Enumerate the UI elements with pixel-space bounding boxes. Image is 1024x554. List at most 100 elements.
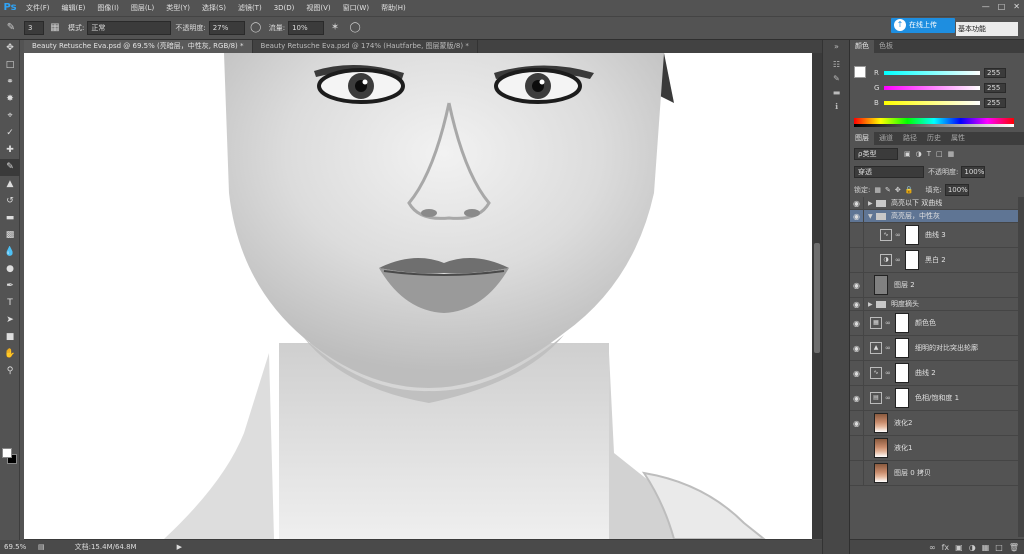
layer-mask-thumbnail[interactable] (895, 363, 909, 383)
fill-field[interactable]: 100% (944, 184, 969, 196)
brush-size-field[interactable]: 3 (24, 21, 44, 35)
layer-row[interactable]: ◉ ▦ ∞ 颜色色 (850, 311, 1018, 336)
visibility-eye-icon[interactable]: ◉ (850, 469, 863, 478)
link-layers-icon[interactable]: ∞ (929, 543, 936, 552)
layer-row[interactable]: ◉ 图层 2 (850, 273, 1018, 298)
shape-tool-icon[interactable]: ■ (0, 329, 20, 346)
doc-tab-active[interactable]: Beauty Retusche Eva.psd @ 69.5% (亮暗层，中性灰… (24, 40, 253, 53)
marquee-tool-icon[interactable]: □ (0, 57, 20, 74)
lock-pixels-icon[interactable]: ✎ (885, 186, 891, 194)
layer-row-selected[interactable]: ◉ ▼ 高亮层，中性灰 (850, 210, 1018, 223)
layer-row[interactable]: ◉ ▶ 明度摘头 (850, 298, 1018, 311)
status-export-icon[interactable]: ▤ (38, 543, 45, 551)
menu-select[interactable]: 选择(S) (196, 0, 232, 16)
visibility-eye-icon[interactable]: ◉ (850, 281, 863, 290)
filter-pixel-icon[interactable]: ▣ (904, 150, 911, 158)
menu-file[interactable]: 文件(F) (20, 0, 56, 16)
zoom-level[interactable]: 69.5% (4, 543, 38, 551)
color-panel-fg-swatch[interactable] (854, 66, 866, 78)
expand-arrow-icon[interactable]: ▶ (868, 200, 876, 207)
visibility-eye-icon[interactable]: ◉ (850, 300, 863, 309)
filter-adjust-icon[interactable]: ◑ (916, 150, 922, 158)
history-brush-tool-icon[interactable]: ↺ (0, 193, 20, 210)
info-panel-icon[interactable]: ℹ (823, 100, 850, 114)
layers-scrollbar[interactable] (1018, 197, 1024, 537)
red-value[interactable]: 255 (984, 68, 1006, 78)
menu-window[interactable]: 窗口(W) (337, 0, 375, 16)
lock-all-icon[interactable]: 🔒 (905, 186, 914, 194)
blur-tool-icon[interactable]: 💧 (0, 244, 20, 261)
new-group-icon[interactable]: ▦ (982, 543, 990, 552)
visibility-eye-icon[interactable]: ◉ (850, 212, 863, 221)
vertical-scroll-thumb[interactable] (814, 243, 820, 353)
flow-field[interactable]: 10% (288, 21, 325, 35)
pen-tool-icon[interactable]: ✒ (0, 278, 20, 295)
lock-transparency-icon[interactable]: ▦ (874, 186, 881, 194)
crop-tool-icon[interactable]: ⌖ (0, 108, 20, 125)
filter-shape-icon[interactable]: □ (936, 150, 943, 158)
layer-opacity-field[interactable]: 100% (961, 166, 986, 178)
quick-select-tool-icon[interactable]: ✸ (0, 91, 20, 108)
filter-type-icon[interactable]: T (927, 150, 931, 158)
blue-slider[interactable] (884, 101, 980, 105)
image-canvas[interactable] (24, 53, 812, 539)
menu-3d[interactable]: 3D(D) (268, 0, 301, 16)
close-icon[interactable]: ✕ (1013, 2, 1020, 11)
eyedropper-tool-icon[interactable]: ✓ (0, 125, 20, 142)
minimize-icon[interactable]: — (982, 2, 990, 11)
layer-mask-thumbnail[interactable] (895, 313, 909, 333)
path-select-tool-icon[interactable]: ➤ (0, 312, 20, 329)
tab-color[interactable]: 颜色 (850, 40, 874, 53)
blend-mode-select[interactable]: 穿透 (854, 166, 924, 178)
opacity-field[interactable]: 27% (208, 21, 245, 35)
layer-row[interactable]: ◉ 液化1 (850, 436, 1018, 461)
brush-tool-preset-icon[interactable]: ✎ (4, 21, 18, 35)
collapse-arrow-icon[interactable]: ▼ (868, 213, 876, 220)
menu-type[interactable]: 类型(Y) (160, 0, 196, 16)
color-spectrum-bar[interactable] (854, 118, 1014, 127)
menu-view[interactable]: 视图(V) (300, 0, 336, 16)
tab-swatches[interactable]: 色板 (874, 40, 898, 53)
layer-row[interactable]: ◉ ∿ ∞ 曲线 3 (850, 223, 1018, 248)
zoom-tool-icon[interactable]: ⚲ (0, 363, 20, 380)
lasso-tool-icon[interactable]: ⚭ (0, 74, 20, 91)
layer-row[interactable]: ◉ ▲ ∞ 细明的对比突出轮廓 (850, 336, 1018, 361)
pressure-opacity-icon[interactable]: ◯ (249, 21, 263, 35)
workspace-select[interactable]: 基本功能 (956, 22, 1018, 36)
layer-row[interactable]: ◉ 液化2 (850, 411, 1018, 436)
layer-style-icon[interactable]: fx (942, 543, 950, 552)
type-tool-icon[interactable]: T (0, 295, 20, 312)
visibility-eye-icon[interactable]: ◉ (850, 419, 863, 428)
visibility-eye-icon[interactable]: ◉ (850, 319, 863, 328)
brush-tool-icon[interactable]: ✎ (0, 159, 20, 176)
tab-channels[interactable]: 通道 (874, 132, 898, 145)
airbrush-icon[interactable]: ✶ (328, 21, 342, 35)
visibility-eye-icon[interactable]: ◉ (850, 199, 863, 208)
add-mask-icon[interactable]: ▣ (955, 543, 963, 552)
history-panel-icon[interactable]: ☷ (823, 58, 850, 72)
clone-source-panel-icon[interactable]: ▬ (823, 86, 850, 100)
lock-position-icon[interactable]: ✥ (895, 186, 901, 194)
visibility-eye-icon[interactable]: ◉ (850, 344, 863, 353)
move-tool-icon[interactable]: ✥ (0, 40, 20, 57)
tab-layers[interactable]: 图层 (850, 132, 874, 145)
visibility-eye-icon[interactable]: ◉ (850, 256, 863, 265)
eraser-tool-icon[interactable]: ▬ (0, 210, 20, 227)
status-menu-arrow-icon[interactable]: ▶ (177, 543, 182, 551)
expand-arrow-icon[interactable]: ▶ (868, 301, 876, 308)
layer-mask-thumbnail[interactable] (895, 388, 909, 408)
visibility-eye-icon[interactable]: ◉ (850, 369, 863, 378)
menu-help[interactable]: 帮助(H) (375, 0, 412, 16)
panel-collapse-icon[interactable]: » (823, 40, 850, 54)
dodge-tool-icon[interactable]: ● (0, 261, 20, 278)
mode-select[interactable]: 正常 (87, 21, 172, 35)
menu-filter[interactable]: 滤镜(T) (232, 0, 268, 16)
pressure-size-icon[interactable]: ◯ (348, 21, 362, 35)
hand-tool-icon[interactable]: ✋ (0, 346, 20, 363)
layer-mask-thumbnail[interactable] (905, 250, 919, 270)
tab-history[interactable]: 历史 (922, 132, 946, 145)
brush-panel-strip-icon[interactable]: ✎ (823, 72, 850, 86)
layer-row[interactable]: ◉ 图层 0 拷贝 (850, 461, 1018, 486)
filter-smart-icon[interactable]: ▦ (948, 150, 955, 158)
visibility-eye-icon[interactable]: ◉ (850, 394, 863, 403)
